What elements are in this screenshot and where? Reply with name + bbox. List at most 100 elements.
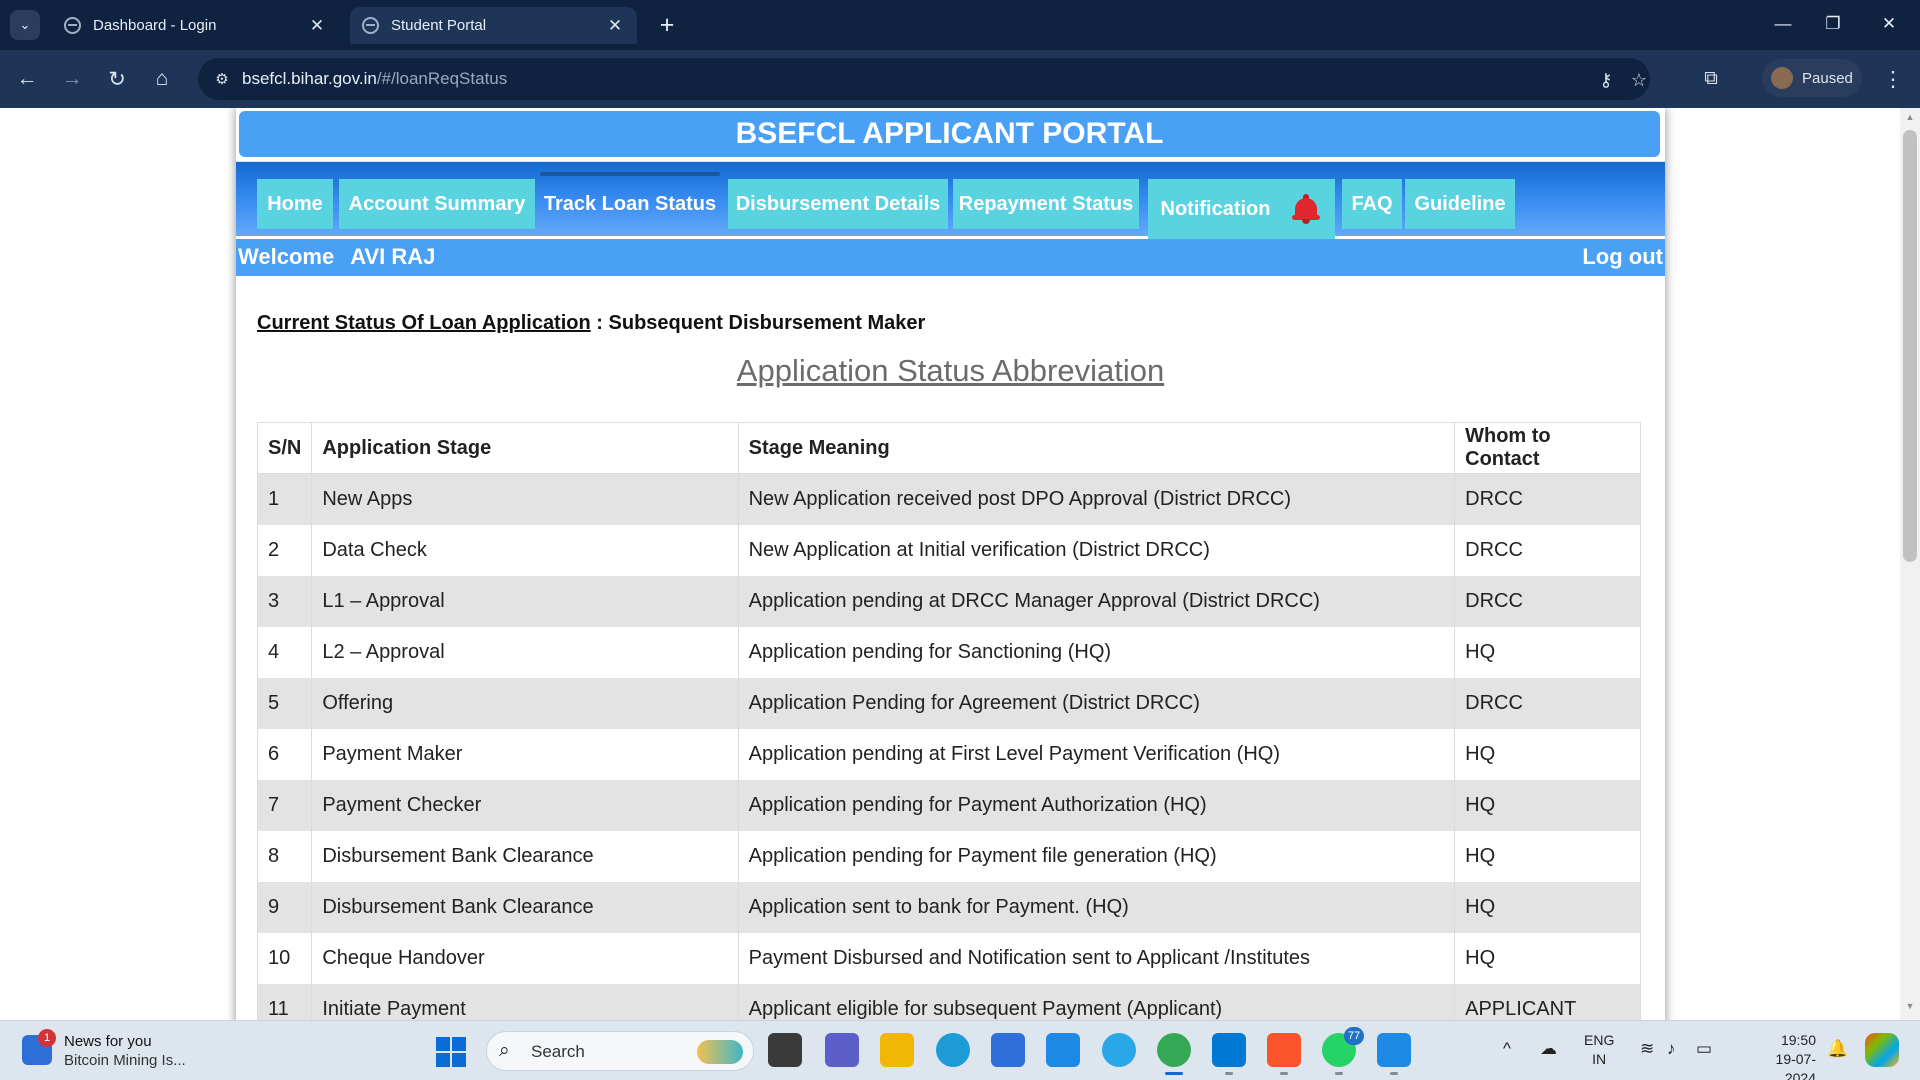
table-row: 9 Disbursement Bank Clearance Application … bbox=[256, 881, 1641, 933]
table-row: 10 Cheque Handover Payment Disbursed and N… bbox=[256, 932, 1641, 984]
language-indicator[interactable]: ENG IN bbox=[1584, 1031, 1614, 1069]
password-key-icon[interactable]: ⚷ bbox=[1593, 67, 1619, 93]
meaning-cell: Application pending for Payment Authoriz… bbox=[737, 779, 1456, 831]
meaning-cell: Application pending at DRCC Manager Appr… bbox=[737, 575, 1456, 627]
clock-time: 19:50 bbox=[1780, 1032, 1816, 1048]
system-clock[interactable]: 19:50 19-07-2024 bbox=[1754, 1031, 1816, 1080]
sn-cell: 3 bbox=[256, 575, 313, 627]
nav-notification[interactable]: Notification bbox=[1148, 179, 1335, 239]
minimize-window-button[interactable]: — bbox=[1760, 8, 1806, 40]
stage-cell: L2 – Approval bbox=[311, 626, 739, 678]
notification-bell-icon[interactable]: 🔔 bbox=[1827, 1039, 1848, 1059]
globe-icon bbox=[362, 17, 379, 34]
app-icon[interactable] bbox=[1046, 1033, 1080, 1067]
meet-chat-icon[interactable] bbox=[825, 1033, 859, 1067]
nav-account-summary[interactable]: Account Summary bbox=[339, 179, 535, 229]
column-header: Stage Meaning bbox=[737, 422, 1456, 474]
browser-tab-dashboard-login[interactable]: Dashboard - Login ✕ bbox=[52, 7, 339, 44]
back-arrow-icon[interactable]: ← bbox=[12, 64, 42, 94]
forward-arrow-icon[interactable]: → bbox=[57, 64, 87, 94]
meaning-cell: New Application at Initial verification … bbox=[737, 524, 1456, 576]
copilot-icon[interactable] bbox=[1865, 1033, 1899, 1067]
page-scrollbar[interactable]: ▲ ▼ bbox=[1900, 108, 1920, 1020]
file-explorer-icon[interactable] bbox=[880, 1033, 914, 1067]
chrome-icon[interactable] bbox=[1157, 1033, 1191, 1075]
onedrive-cloud-icon[interactable]: ☁ bbox=[1540, 1039, 1557, 1059]
microsoft-store-icon[interactable] bbox=[991, 1033, 1025, 1067]
vscode-icon[interactable] bbox=[1212, 1033, 1246, 1075]
nav-track-loan-status[interactable]: Track Loan Status bbox=[540, 179, 720, 229]
python-icon[interactable] bbox=[1102, 1033, 1136, 1067]
extensions-puzzle-icon[interactable]: ⧉ bbox=[1696, 64, 1726, 94]
site-info-icon[interactable]: ⚙ bbox=[210, 67, 234, 91]
taskbar-search[interactable]: ⌕ Search bbox=[486, 1031, 754, 1071]
task-view-icon[interactable] bbox=[768, 1033, 802, 1067]
news-subtitle: Bitcoin Mining Is... bbox=[64, 1052, 186, 1069]
tab-search-menu-button[interactable]: ⌄ bbox=[10, 10, 40, 40]
welcome-label: Welcome bbox=[238, 244, 335, 269]
contact-cell: HQ bbox=[1454, 932, 1641, 984]
address-bar[interactable]: ⚙ bsefcl.bihar.gov.in/#/loanReqStatus ⚷ … bbox=[198, 58, 1650, 100]
stage-cell: New Apps bbox=[311, 473, 739, 525]
nav-repayment-status[interactable]: Repayment Status bbox=[953, 179, 1139, 229]
volume-icon[interactable]: ♪ bbox=[1667, 1039, 1676, 1059]
contact-cell: APPLICANT bbox=[1454, 983, 1641, 1020]
news-widget[interactable]: 1 News for you Bitcoin Mining Is... bbox=[22, 1029, 202, 1073]
browser-tab-student-portal[interactable]: Student Portal ✕ bbox=[350, 7, 637, 44]
whatsapp-icon[interactable]: 77 bbox=[1322, 1027, 1364, 1075]
sn-cell: 2 bbox=[256, 524, 313, 576]
reload-icon[interactable]: ↻ bbox=[102, 64, 132, 94]
table-row: 4 L2 – Approval Application pending for Sa… bbox=[256, 626, 1641, 678]
browser-menu-icon[interactable]: ⋮ bbox=[1880, 64, 1906, 94]
edge-browser-icon[interactable] bbox=[936, 1033, 970, 1067]
page-viewport: BSEFCL APPLICANT PORTAL Home Account Sum… bbox=[0, 108, 1900, 1020]
bookmark-star-icon[interactable]: ☆ bbox=[1626, 67, 1652, 93]
language-code: ENG bbox=[1584, 1032, 1615, 1048]
brave-browser-icon[interactable] bbox=[1267, 1033, 1301, 1075]
nav-disbursement-details[interactable]: Disbursement Details bbox=[728, 179, 948, 229]
windows-taskbar: 1 News for you Bitcoin Mining Is... ⌕ Se… bbox=[0, 1020, 1920, 1080]
new-tab-button[interactable]: + bbox=[652, 10, 682, 40]
welcome-text: Welcome AVI RAJ bbox=[238, 244, 435, 270]
wifi-icon[interactable]: ≋ bbox=[1640, 1039, 1654, 1059]
column-header: S/N bbox=[256, 422, 313, 474]
table-row: 2 Data Check New Application at Initial ve… bbox=[256, 524, 1641, 576]
battery-icon[interactable]: ▭ bbox=[1696, 1039, 1712, 1059]
scroll-down-arrow-icon[interactable]: ▼ bbox=[1900, 1001, 1920, 1015]
nav-faq[interactable]: FAQ bbox=[1342, 179, 1402, 229]
column-header: Whom to Contact bbox=[1454, 422, 1641, 474]
search-highlight-icon bbox=[697, 1040, 743, 1064]
profile-button[interactable]: Paused bbox=[1762, 59, 1862, 97]
meaning-cell: Application pending for Payment file gen… bbox=[737, 830, 1456, 882]
nav-home[interactable]: Home bbox=[257, 179, 333, 229]
contact-cell: DRCC bbox=[1454, 524, 1641, 576]
status-abbreviation-table: S/N Application Stage Stage Meaning Whom… bbox=[256, 422, 1641, 1020]
scroll-up-arrow-icon[interactable]: ▲ bbox=[1900, 112, 1920, 126]
stage-cell: L1 – Approval bbox=[311, 575, 739, 627]
contact-cell: HQ bbox=[1454, 779, 1641, 831]
table-row: 3 L1 – Approval Application pending at DRC… bbox=[256, 575, 1641, 627]
url-text[interactable]: bsefcl.bihar.gov.in/#/loanReqStatus bbox=[242, 69, 507, 89]
sn-cell: 7 bbox=[256, 779, 313, 831]
restore-window-button[interactable]: ❐ bbox=[1810, 8, 1856, 40]
contact-cell: HQ bbox=[1454, 830, 1641, 882]
home-icon[interactable]: ⌂ bbox=[147, 64, 177, 94]
sn-cell: 11 bbox=[256, 983, 313, 1020]
table-row: 11 Initiate Payment Applicant eligible for… bbox=[256, 983, 1641, 1020]
close-tab-icon[interactable]: ✕ bbox=[307, 16, 327, 36]
stage-cell: Cheque Handover bbox=[311, 932, 739, 984]
news-badge: 1 bbox=[38, 1029, 56, 1047]
stage-cell: Payment Checker bbox=[311, 779, 739, 831]
mail-icon[interactable] bbox=[1377, 1033, 1411, 1075]
tab-title: Dashboard - Login bbox=[93, 17, 217, 34]
close-tab-icon[interactable]: ✕ bbox=[605, 16, 625, 36]
scroll-thumb[interactable] bbox=[1903, 130, 1917, 562]
logout-link[interactable]: Log out bbox=[1582, 244, 1663, 270]
contact-cell: HQ bbox=[1454, 626, 1641, 678]
nav-guideline[interactable]: Guideline bbox=[1405, 179, 1515, 229]
table-row: 8 Disbursement Bank Clearance Application … bbox=[256, 830, 1641, 882]
main-nav: Home Account Summary Track Loan Status D… bbox=[236, 161, 1665, 239]
close-window-button[interactable]: ✕ bbox=[1866, 8, 1912, 40]
tray-overflow-chevron-icon[interactable]: ^ bbox=[1503, 1039, 1511, 1059]
windows-start-icon[interactable] bbox=[436, 1037, 466, 1067]
